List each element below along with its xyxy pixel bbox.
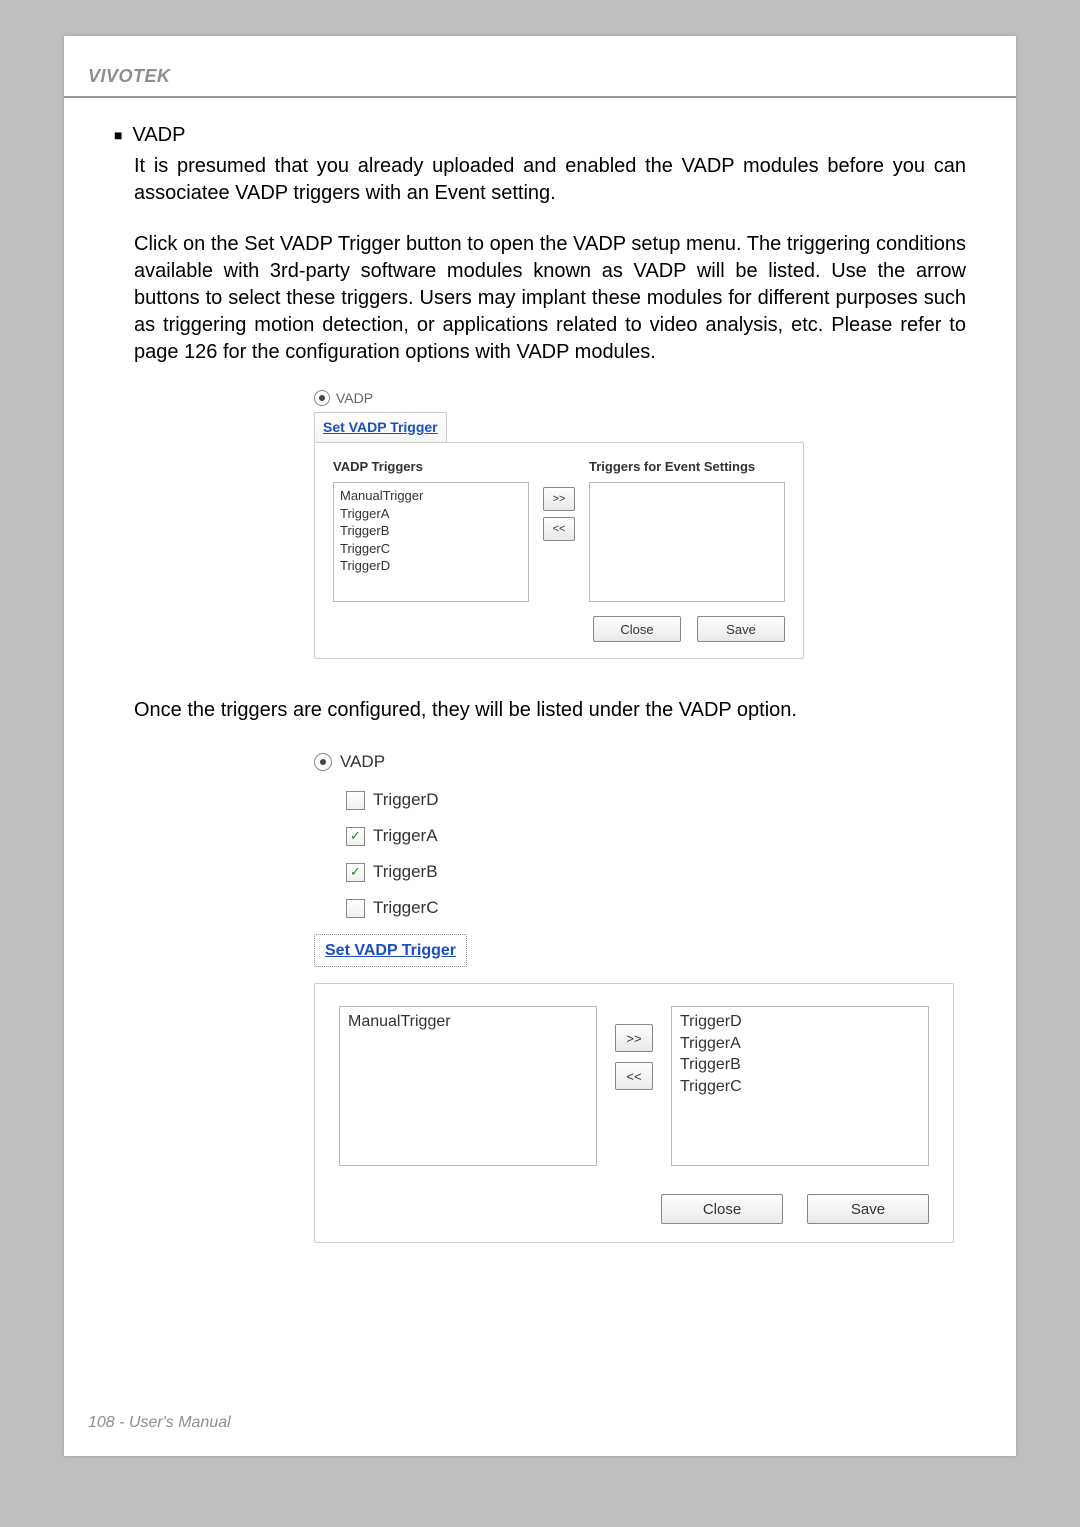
list-item[interactable]: TriggerD <box>680 1011 920 1033</box>
list-item[interactable]: TriggerB <box>680 1054 920 1076</box>
list-item[interactable]: ManualTrigger <box>348 1011 588 1033</box>
radio-dot-icon <box>319 395 325 401</box>
page-footer: 108 - User's Manual <box>88 1414 231 1432</box>
radio-vadp-label: VADP <box>336 390 373 406</box>
right-listbox-2[interactable]: TriggerD TriggerA TriggerB TriggerC <box>671 1006 929 1166</box>
set-vadp-dialog-initial: VADP Set VADP Trigger VADP Triggers Manu… <box>314 390 804 659</box>
close-button[interactable]: Close <box>593 616 681 642</box>
section-title: VADP <box>132 124 185 147</box>
brand-header: VIVOTEK <box>88 66 171 87</box>
set-vadp-dialog-configured: VADP TriggerD ✓ TriggerA ✓ TriggerB <box>314 752 954 1243</box>
close-button-2[interactable]: Close <box>661 1194 783 1224</box>
move-left-button-2[interactable]: << <box>615 1062 653 1090</box>
checkbox-label: TriggerC <box>373 898 439 918</box>
right-list-title: Triggers for Event Settings <box>589 459 785 474</box>
left-list-title: VADP Triggers <box>333 459 529 474</box>
list-item[interactable]: TriggerC <box>680 1076 920 1098</box>
list-item[interactable]: TriggerA <box>340 505 522 523</box>
paragraph-2: Click on the Set VADP Trigger button to … <box>134 231 966 366</box>
checkbox-label: TriggerD <box>373 790 439 810</box>
list-item[interactable]: TriggerD <box>340 557 522 575</box>
list-item[interactable]: TriggerA <box>680 1033 920 1055</box>
move-right-button-2[interactable]: >> <box>615 1024 653 1052</box>
mid-paragraph: Once the triggers are configured, they w… <box>134 699 966 722</box>
radio-dot-icon <box>320 759 326 765</box>
checkbox-triggerd[interactable] <box>346 791 365 810</box>
content-area: ■ VADP It is presumed that you already u… <box>114 124 966 1243</box>
dual-pane: VADP Triggers ManualTrigger TriggerA Tri… <box>314 442 804 659</box>
set-vadp-trigger-link[interactable]: Set VADP Trigger <box>314 412 447 443</box>
checkbox-triggerb[interactable]: ✓ <box>346 863 365 882</box>
move-left-button[interactable]: << <box>543 517 575 541</box>
checkbox-triggera[interactable]: ✓ <box>346 827 365 846</box>
save-button[interactable]: Save <box>697 616 785 642</box>
set-vadp-trigger-link-text: Set VADP Trigger <box>323 419 438 435</box>
save-button-2[interactable]: Save <box>807 1194 929 1224</box>
list-item[interactable]: ManualTrigger <box>340 487 522 505</box>
radio-vadp-2[interactable] <box>314 753 332 771</box>
bullet-icon: ■ <box>114 124 122 146</box>
manual-page: VIVOTEK ■ VADP It is presumed that you a… <box>64 36 1016 1456</box>
checkbox-label: TriggerB <box>373 862 438 882</box>
radio-vadp[interactable] <box>314 390 330 406</box>
list-item[interactable]: TriggerB <box>340 522 522 540</box>
divider <box>64 96 1016 98</box>
left-listbox[interactable]: ManualTrigger TriggerA TriggerB TriggerC… <box>333 482 529 602</box>
dual-pane-2: ManualTrigger >> << TriggerD TriggerA Tr… <box>314 983 954 1243</box>
radio-vadp-label-2: VADP <box>340 752 385 772</box>
set-vadp-trigger-link-2[interactable]: Set VADP Trigger <box>314 934 467 967</box>
move-right-button[interactable]: >> <box>543 487 575 511</box>
checkbox-triggerc[interactable] <box>346 899 365 918</box>
left-listbox-2[interactable]: ManualTrigger <box>339 1006 597 1166</box>
paragraph-1: It is presumed that you already uploaded… <box>134 153 966 207</box>
checkbox-label: TriggerA <box>373 826 438 846</box>
right-listbox[interactable] <box>589 482 785 602</box>
trigger-checklist: TriggerD ✓ TriggerA ✓ TriggerB TriggerC <box>346 790 954 918</box>
list-item[interactable]: TriggerC <box>340 540 522 558</box>
